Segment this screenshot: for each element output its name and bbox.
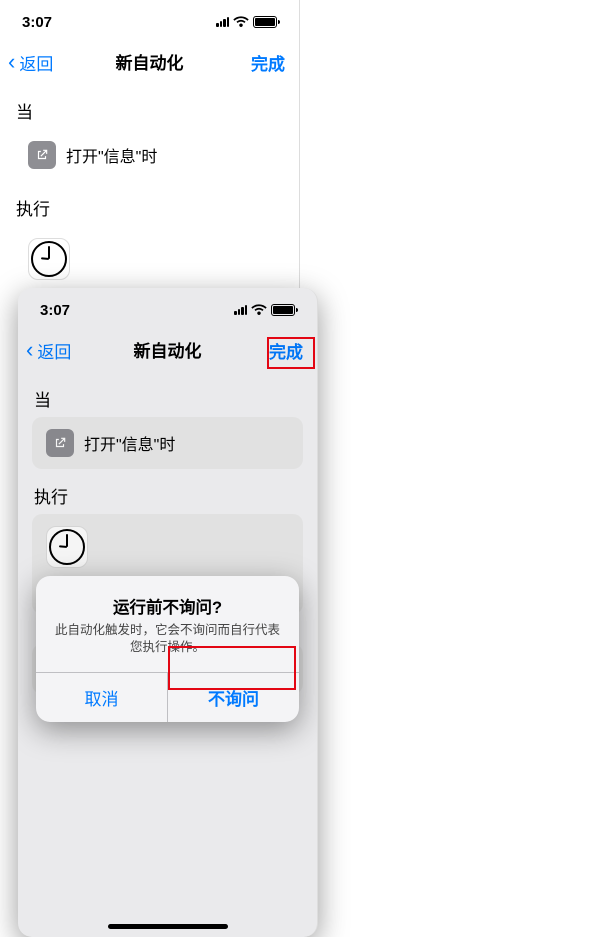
cancel-button[interactable]: 取消 — [36, 673, 167, 722]
dialog-title: 运行前不询问? — [50, 594, 285, 618]
wifi-icon — [233, 16, 249, 28]
confirm-button[interactable]: 不询问 — [167, 673, 299, 722]
home-indicator — [108, 924, 228, 929]
battery-icon — [253, 16, 277, 28]
when-condition-row[interactable]: 打开"信息"时 — [14, 129, 285, 181]
dialog-message: 此自动化触发时，它会不询问而自行代表您执行操作。 — [50, 622, 285, 656]
page-title: 新自动化 — [116, 49, 184, 74]
when-condition-text: 打开"信息"时 — [66, 143, 157, 167]
screenshot-right: 3:07 ‹ 返回 新自动化 完成 当 打开"信息"时 执行 开始计时 — [18, 288, 318, 937]
back-label: 返回 — [19, 50, 53, 75]
open-app-icon — [28, 141, 56, 169]
chevron-left-icon: ‹ — [8, 51, 15, 73]
section-do-label: 执行 — [16, 195, 283, 220]
nav-bar: ‹ 返回 新自动化 完成 — [0, 40, 299, 84]
section-when-label: 当 — [16, 98, 283, 123]
clock-icon — [28, 238, 70, 280]
done-button[interactable]: 完成 — [251, 40, 285, 84]
cellular-icon — [216, 17, 229, 27]
back-button[interactable]: ‹ 返回 — [8, 40, 53, 84]
status-time: 3:07 — [22, 14, 52, 31]
status-bar: 3:07 — [0, 0, 299, 40]
status-indicators — [216, 16, 277, 28]
